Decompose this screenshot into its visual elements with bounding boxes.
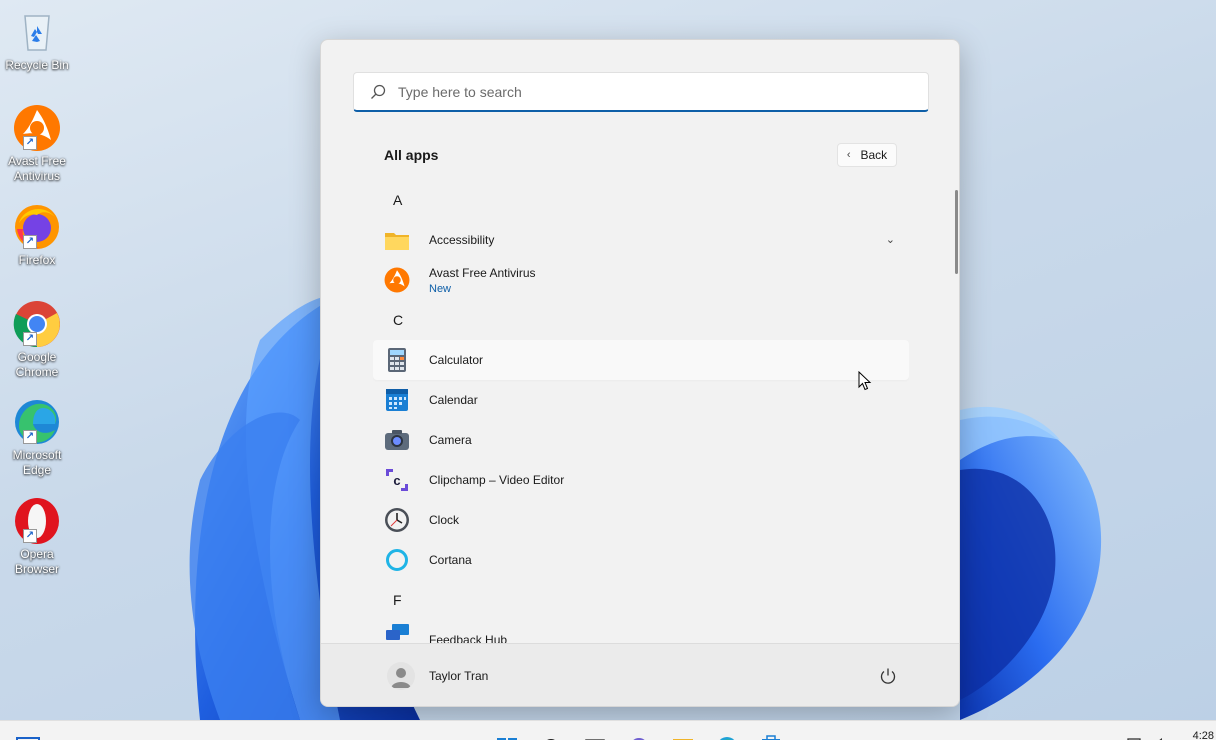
camera-icon	[384, 427, 410, 453]
search-icon	[371, 84, 386, 99]
recycle-bin-icon	[13, 8, 61, 56]
start-icon[interactable]	[496, 731, 518, 740]
all-apps-title: All apps	[384, 147, 439, 163]
app-calculator[interactable]: Calculator	[373, 340, 909, 380]
app-avast[interactable]: Avast Free Antivirus New	[373, 260, 909, 300]
desktop-icon-firefox[interactable]: ↗ Firefox	[2, 203, 72, 268]
desktop-icon-label: Microsoft Edge	[12, 448, 62, 477]
chevron-down-icon[interactable]: ⌄	[886, 233, 895, 246]
firefox-icon: ↗	[13, 203, 61, 251]
calculator-icon	[384, 347, 410, 373]
app-feedback-hub[interactable]: Feedback Hub	[373, 620, 909, 644]
feedback-hub-icon	[384, 624, 410, 644]
edge-taskbar-icon[interactable]	[716, 731, 738, 740]
clipchamp-icon: c	[384, 467, 410, 493]
desktop-icon-label: Recycle Bin	[5, 58, 69, 72]
back-button[interactable]: ‹ Back	[837, 143, 897, 167]
desktop-icon-label: Opera Browser	[14, 547, 59, 576]
svg-text:c: c	[393, 473, 400, 488]
chrome-icon: ↗	[13, 300, 61, 348]
letter-header-c[interactable]: C	[373, 300, 909, 340]
chat-icon[interactable]	[628, 731, 650, 740]
user-name[interactable]: Taylor Tran	[429, 669, 488, 683]
clock-time[interactable]: 4:28	[1193, 730, 1214, 740]
start-footer: Taylor Tran	[321, 643, 959, 706]
desktop-icon-label: Firefox	[18, 253, 56, 267]
app-camera[interactable]: Camera	[373, 420, 909, 460]
clock-icon	[384, 507, 410, 533]
app-clock[interactable]: Clock	[373, 500, 909, 540]
app-name: Cortana	[429, 553, 472, 567]
new-badge: New	[429, 282, 452, 295]
desktop-icon-opera[interactable]: ↗ Opera Browser	[2, 497, 72, 577]
app-accessibility[interactable]: Accessibility ⌄	[373, 220, 909, 260]
cortana-icon	[384, 547, 410, 573]
app-name: Camera	[429, 433, 472, 447]
app-name: Avast Free Antivirus	[429, 265, 536, 280]
scrollbar-thumb[interactable]	[955, 190, 958, 274]
app-cortana[interactable]: Cortana	[373, 540, 909, 580]
taskbar: 4:28	[0, 720, 1216, 740]
back-button-label: Back	[860, 148, 888, 162]
volume-icon[interactable]	[1152, 731, 1168, 740]
task-view-left-icon[interactable]	[16, 731, 40, 740]
app-list: A Accessibility ⌄ Avast Free Antivirus N…	[373, 180, 909, 644]
folder-icon	[384, 227, 410, 253]
app-clipchamp[interactable]: c Clipchamp – Video Editor	[373, 460, 909, 500]
user-avatar[interactable]	[387, 662, 415, 690]
task-view-icon[interactable]	[584, 731, 606, 740]
app-name: Calendar	[429, 393, 478, 407]
search-icon[interactable]	[540, 731, 562, 740]
app-name: Clock	[429, 513, 460, 527]
avast-icon	[384, 267, 410, 293]
user-icon	[391, 668, 411, 688]
calendar-icon	[384, 387, 410, 413]
app-name: Accessibility	[429, 233, 495, 247]
desktop-icon-avast[interactable]: ↗ Avast Free Antivirus	[2, 104, 72, 184]
app-calendar[interactable]: Calendar	[373, 380, 909, 420]
letter-header-a[interactable]: A	[373, 180, 909, 220]
mouse-cursor-icon	[858, 371, 872, 391]
file-explorer-icon[interactable]	[672, 731, 694, 740]
desktop-icon-label: Google Chrome	[15, 350, 59, 379]
network-icon[interactable]	[1126, 731, 1142, 740]
search-input[interactable]	[398, 83, 928, 100]
opera-icon: ↗	[13, 497, 61, 545]
letter-header-f[interactable]: F	[373, 580, 909, 620]
avast-icon: ↗	[13, 104, 61, 152]
desktop-icon-edge[interactable]: ↗ Microsoft Edge	[2, 398, 72, 478]
power-icon[interactable]	[879, 667, 897, 685]
store-icon[interactable]	[760, 731, 782, 740]
desktop-icon-chrome[interactable]: ↗ Google Chrome	[2, 300, 72, 380]
desktop-icon-recycle-bin[interactable]: Recycle Bin	[2, 8, 72, 73]
app-name: Calculator	[429, 353, 484, 367]
edge-icon: ↗	[13, 398, 61, 446]
chevron-left-icon: ‹	[846, 149, 851, 161]
desktop-icon-label: Avast Free Antivirus	[8, 154, 66, 183]
search-box[interactable]	[353, 72, 929, 112]
app-name: Clipchamp – Video Editor	[429, 473, 565, 487]
